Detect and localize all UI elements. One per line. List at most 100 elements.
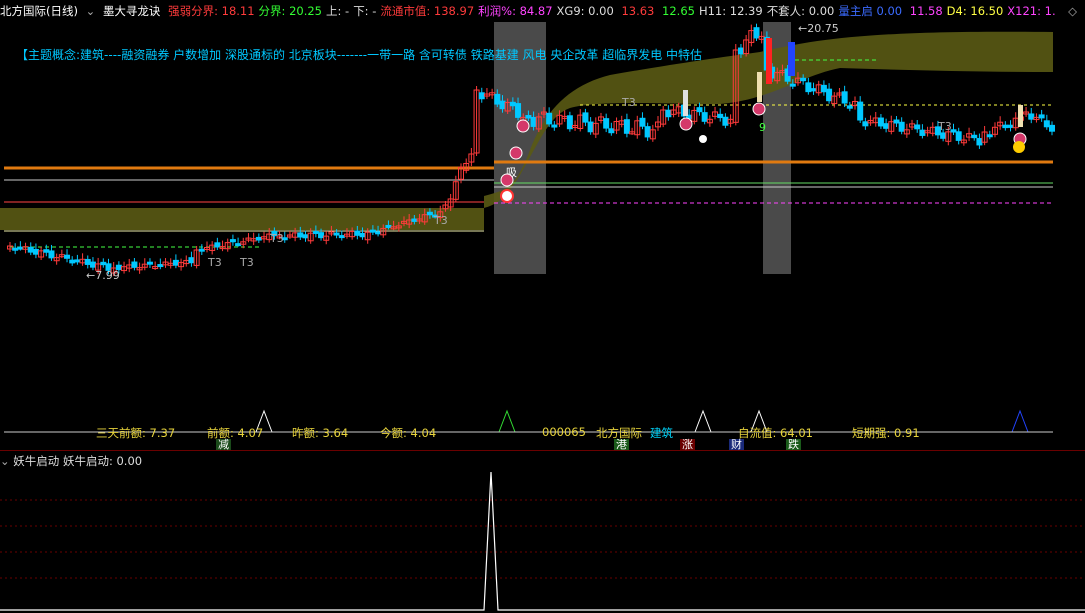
money-bag-icon (1013, 141, 1025, 153)
candle (717, 108, 724, 122)
candle (1033, 113, 1040, 123)
diamond-icon[interactable]: ◇ (1068, 0, 1077, 22)
signal-face-icon-2 (500, 173, 514, 187)
candle-body (940, 132, 947, 139)
three-day-amount: 三天前额: 7.37 (96, 426, 176, 440)
candle (250, 232, 257, 245)
candle (214, 237, 221, 250)
candle (183, 255, 190, 267)
candle (836, 87, 843, 98)
field-0: 强弱分界: 18.11 (168, 4, 255, 18)
concept-text: 【主题概念:建筑----融资融券 户数增加 深股通标的 北京板块-------一… (16, 48, 703, 62)
candle (597, 112, 604, 124)
candle (577, 109, 584, 132)
signal-face-icon-4 (752, 102, 766, 116)
price-chart[interactable]: ←20.75←7.99T3 T3T3T3T3T39吸 (0, 0, 1085, 450)
candle (478, 87, 485, 103)
candle (629, 127, 636, 135)
candle-body (862, 121, 869, 127)
candle (489, 88, 496, 99)
candle-body (1007, 124, 1014, 128)
candle (852, 96, 859, 110)
candle (167, 258, 174, 269)
candle (261, 231, 268, 243)
sub-panel-header: ⌄ 妖牛启动 妖牛启动: 0.00 (0, 453, 142, 469)
candle (883, 118, 890, 133)
candle-body (509, 101, 516, 107)
candle-body (235, 243, 242, 247)
candle (157, 258, 164, 270)
candle (43, 244, 50, 257)
candle-highlight-3 (683, 90, 688, 116)
field-1: 分界: 20.25 (258, 4, 322, 18)
candle-body (955, 131, 962, 141)
candle-body (499, 100, 506, 110)
candle (483, 88, 490, 100)
candle (12, 243, 19, 255)
candle (235, 237, 242, 247)
sub-chart[interactable] (0, 468, 1085, 613)
panel-divider[interactable] (0, 450, 1085, 451)
candle (618, 115, 625, 128)
sub-collapse-icon[interactable]: ⌄ (0, 454, 10, 468)
candle-body (333, 232, 340, 236)
candle (1038, 109, 1045, 122)
sub-indicator-value: 妖牛启动: 0.00 (62, 454, 143, 468)
indicator-name[interactable]: 墨大寻龙诀 (103, 4, 161, 18)
candle (178, 258, 185, 271)
indicator-fields: 强弱分界: 18.11 分界: 20.25 上: - 下: - 流通市值: 138.97… (168, 4, 1060, 18)
candle-body (318, 232, 325, 239)
candle (566, 111, 573, 132)
t3-marker-0: T3 (207, 256, 222, 269)
candle-body (411, 218, 418, 222)
candle (981, 126, 988, 146)
candle-body (100, 261, 107, 266)
candle (649, 124, 656, 142)
candle (960, 135, 967, 146)
candle (805, 77, 812, 95)
candle-body (971, 134, 978, 139)
candle (121, 261, 128, 274)
candle (727, 114, 734, 128)
candle-body (146, 261, 153, 265)
candle (1023, 107, 1030, 117)
candle-body (48, 250, 55, 259)
candle (1012, 112, 1019, 131)
candle (976, 133, 983, 149)
candle (198, 244, 205, 255)
candle (582, 108, 589, 127)
candle (255, 233, 262, 243)
candle-body (805, 82, 812, 93)
candle-body (214, 242, 221, 248)
candle-body (722, 116, 729, 126)
field-4: 流通市值: 138.97 (380, 4, 475, 18)
candle (219, 240, 226, 252)
candle (172, 254, 179, 269)
candle-body (369, 229, 376, 233)
candle-body (12, 247, 19, 251)
plus-circle-icon (500, 189, 514, 203)
candle (997, 116, 1004, 130)
t3-marker-2: T3 (269, 232, 284, 245)
candle (810, 82, 817, 95)
candle-body (717, 113, 724, 119)
collapse-icon[interactable]: ⌄ (86, 4, 96, 18)
candle (27, 242, 34, 256)
candle-body (587, 121, 594, 133)
sub-indicator-name[interactable]: 妖牛启动 (13, 454, 59, 468)
candle (893, 116, 900, 127)
stock-code: 000065 (542, 425, 586, 439)
candle (572, 120, 579, 131)
candle-body (530, 116, 537, 127)
field-8: 12.65 (658, 4, 695, 18)
candle (966, 127, 973, 142)
candle-body (623, 119, 630, 134)
stock-name[interactable]: 北方国际(日线) (0, 4, 78, 18)
candle-body (84, 258, 91, 265)
candle-body (188, 257, 195, 264)
candle (229, 234, 236, 246)
candle-body (131, 261, 138, 268)
field-12: 11.58 (906, 4, 943, 18)
candle-body (27, 246, 34, 253)
candle-body (546, 112, 553, 125)
